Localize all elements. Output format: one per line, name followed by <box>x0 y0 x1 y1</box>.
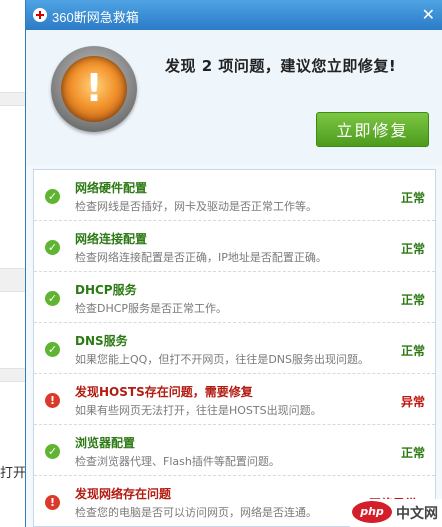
watermark-site-name: 中文网 <box>396 506 438 522</box>
check-item-result: 正常 <box>400 242 425 256</box>
check-item-name: 网络连接配置 <box>75 232 148 246</box>
rescue-dialog: 360断网急救箱 ✕ ! 发现 2 项问题，建议您立即修复! 立即修复 ✓ 网络… <box>25 0 442 527</box>
check-item-dhcp: ✓ DHCP服务 检查DHCP服务是否正常工作。 正常 <box>34 272 435 323</box>
check-item-result: 正常 <box>400 344 425 358</box>
check-icon: ✓ <box>45 291 60 306</box>
problem-summary: 发现 2 项问题，建议您立即修复! <box>165 57 397 75</box>
site-watermark: php 中文网 <box>350 499 442 527</box>
check-item-connection: ✓ 网络连接配置 检查网络连接配置是否正确，IP地址是否配置正确。 正常 <box>34 221 435 272</box>
window-title: 360断网急救箱 <box>52 10 139 25</box>
check-icon: ✓ <box>45 240 60 255</box>
check-item-result: 异常 <box>400 395 425 409</box>
check-item-name: DNS服务 <box>75 334 128 348</box>
check-item-result: 正常 <box>400 293 425 307</box>
close-icon[interactable]: ✕ <box>422 5 435 24</box>
check-item-hardware: ✓ 网络硬件配置 检查网线是否插好，网卡及驱动是否正常工作等。 正常 <box>34 170 435 221</box>
check-item-desc: 检查浏览器代理、Flash插件等配置问题。 <box>75 455 280 468</box>
check-item-browser: ✓ 浏览器配置 检查浏览器代理、Flash插件等配置问题。 正常 <box>34 425 435 476</box>
check-icon: ✓ <box>45 189 60 204</box>
check-item-result: 正常 <box>400 446 425 460</box>
background-text: 打开 <box>0 466 27 481</box>
check-item-name: 浏览器配置 <box>75 436 136 450</box>
check-item-name: 网络硬件配置 <box>75 181 148 195</box>
warning-alarm-icon: ! <box>51 46 137 132</box>
check-item-name: DHCP服务 <box>75 283 137 297</box>
exclamation-icon: ! <box>45 495 60 510</box>
red-cross-logo-icon <box>33 8 47 22</box>
check-item-name: 发现HOSTS存在问题，需要修复 <box>75 385 253 399</box>
check-item-result: 正常 <box>400 191 425 205</box>
check-item-name: 发现网络存在问题 <box>75 487 172 501</box>
check-item-desc: 检查DHCP服务是否正常工作。 <box>75 302 228 315</box>
check-item-desc: 检查您的电脑是否可以访问网页，网络是否连通。 <box>75 506 317 519</box>
exclamation-icon: ! <box>85 66 103 110</box>
title-bar[interactable]: 360断网急救箱 ✕ <box>26 0 442 30</box>
check-item-desc: 检查网络连接配置是否正确，IP地址是否配置正确。 <box>75 251 327 264</box>
alarm-inner: ! <box>61 56 127 122</box>
check-list: ✓ 网络硬件配置 检查网线是否插好，网卡及驱动是否正常工作等。 正常 ✓ 网络连… <box>33 169 436 527</box>
exclamation-icon: ! <box>45 393 60 408</box>
check-item-hosts: ! 发现HOSTS存在问题，需要修复 如果有些网页无法打开，往往是HOSTS出现… <box>34 374 435 425</box>
check-icon: ✓ <box>45 444 60 459</box>
check-icon: ✓ <box>45 342 60 357</box>
check-item-desc: 如果有些网页无法打开，往往是HOSTS出现问题。 <box>75 404 322 417</box>
check-item-desc: 检查网线是否插好，网卡及驱动是否正常工作等。 <box>75 200 317 213</box>
fix-now-button[interactable]: 立即修复 <box>316 112 429 147</box>
check-item-dns: ✓ DNS服务 如果您能上QQ，但打不开网页，往往是DNS服务出现问题。 正常 <box>34 323 435 374</box>
diagnosis-header: ! 发现 2 项问题，建议您立即修复! 立即修复 <box>26 30 442 165</box>
check-item-desc: 如果您能上QQ，但打不开网页，往往是DNS服务出现问题。 <box>75 353 369 366</box>
php-logo: php <box>352 501 392 523</box>
